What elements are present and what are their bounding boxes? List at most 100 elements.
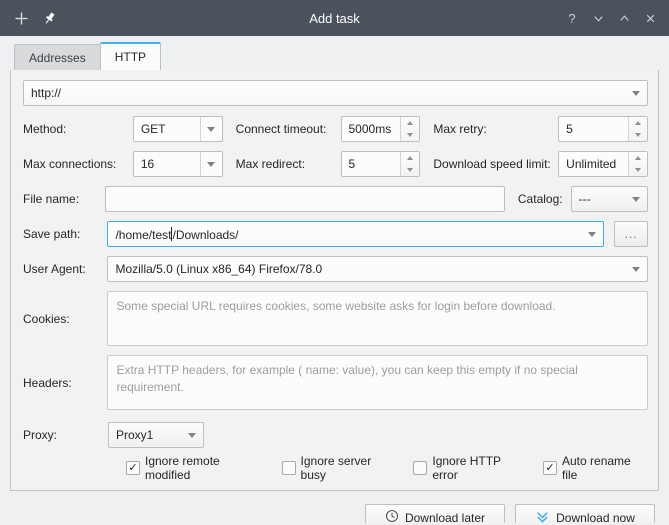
stepper-up-icon[interactable] bbox=[401, 117, 419, 129]
checkbox-ignore-http-error[interactable]: Ignore HTTP error bbox=[413, 454, 528, 482]
download-speed-limit-spinbox[interactable]: Unlimited bbox=[558, 151, 649, 177]
chevron-down-icon[interactable] bbox=[625, 187, 647, 211]
max-connections-value: 16 bbox=[140, 157, 155, 171]
headers-textarea[interactable]: Extra HTTP headers, for example ( name: … bbox=[107, 355, 648, 410]
user-agent-combobox[interactable]: Mozilla/5.0 (Linux x86_64) Firefox/78.0 bbox=[107, 256, 648, 282]
checkbox-box[interactable]: ✓ bbox=[126, 461, 140, 475]
max-connections-label: Max connections: bbox=[23, 157, 117, 171]
catalog-value: --- bbox=[578, 192, 591, 206]
max-redirect-spinbox[interactable]: 5 bbox=[340, 151, 421, 177]
max-connections-row: Max connections: 16 Max redirect: 5 Down… bbox=[23, 151, 649, 177]
add-task-window: Add task ? Addresses HTTP http:// Method… bbox=[0, 0, 669, 525]
title-bar: Add task ? bbox=[0, 0, 669, 36]
pin-icon[interactable] bbox=[36, 5, 62, 31]
http-settings-group: http:// Method: GET Connect timeout: 500… bbox=[10, 70, 659, 491]
checkbox-label: Ignore server busy bbox=[300, 454, 372, 482]
save-path-text-before: /home/test bbox=[115, 227, 172, 242]
stepper-up-icon[interactable] bbox=[629, 152, 647, 164]
file-name-input[interactable] bbox=[105, 186, 505, 212]
options-row: ✓ Ignore remote modified Ignore server b… bbox=[23, 454, 648, 482]
save-path-text-after: /Downloads/ bbox=[172, 227, 239, 242]
connect-timeout-stepper[interactable] bbox=[400, 117, 420, 141]
checkbox-auto-rename-file[interactable]: ✓ Auto rename file bbox=[543, 454, 648, 482]
max-retry-value: 5 bbox=[566, 122, 573, 136]
catalog-label: Catalog: bbox=[517, 192, 563, 206]
maximize-button[interactable] bbox=[613, 6, 635, 30]
connect-timeout-label: Connect timeout: bbox=[235, 122, 327, 136]
checkbox-box[interactable]: ✓ bbox=[543, 461, 557, 475]
checkbox-box[interactable] bbox=[413, 461, 428, 475]
chevron-down-icon[interactable] bbox=[181, 423, 203, 447]
tab-http[interactable]: HTTP bbox=[99, 42, 162, 70]
checkbox-ignore-remote-modified[interactable]: ✓ Ignore remote modified bbox=[126, 454, 267, 482]
check-icon: ✓ bbox=[545, 461, 555, 474]
headers-placeholder: Extra HTTP headers, for example ( name: … bbox=[116, 363, 578, 394]
file-name-row: File name: Catalog: --- bbox=[23, 186, 648, 212]
method-row: Method: GET Connect timeout: 5000ms Max … bbox=[23, 116, 649, 142]
browse-save-path-button[interactable]: ... bbox=[614, 221, 649, 247]
catalog-combobox[interactable]: --- bbox=[570, 186, 648, 212]
close-button[interactable] bbox=[639, 6, 661, 30]
url-combobox[interactable]: http:// bbox=[23, 80, 648, 106]
chevron-down-icon[interactable] bbox=[625, 81, 647, 105]
tab-addresses-label: Addresses bbox=[29, 50, 86, 65]
proxy-row: Proxy: Proxy1 bbox=[23, 422, 648, 448]
max-connections-combobox[interactable]: 16 bbox=[132, 151, 223, 177]
tab-addresses[interactable]: Addresses bbox=[14, 44, 101, 70]
method-combobox[interactable]: GET bbox=[132, 116, 223, 142]
cookies-placeholder: Some special URL requires cookies, some … bbox=[116, 299, 556, 313]
tab-bar: Addresses HTTP bbox=[0, 36, 669, 70]
save-path-row: Save path: /home/test/Downloads/ ... bbox=[23, 221, 649, 247]
max-redirect-stepper[interactable] bbox=[400, 152, 420, 176]
chevron-down-icon[interactable] bbox=[625, 257, 647, 281]
stepper-down-icon[interactable] bbox=[629, 164, 647, 176]
download-speed-limit-label: Download speed limit: bbox=[433, 157, 551, 171]
user-agent-row: User Agent: Mozilla/5.0 (Linux x86_64) F… bbox=[23, 256, 648, 282]
method-value: GET bbox=[140, 122, 166, 136]
user-agent-value: Mozilla/5.0 (Linux x86_64) Firefox/78.0 bbox=[115, 262, 323, 276]
save-path-combobox[interactable]: /home/test/Downloads/ bbox=[107, 221, 605, 247]
download-now-button[interactable]: Download now bbox=[515, 503, 655, 525]
title-bar-window-controls: ? bbox=[561, 6, 661, 30]
tab-content-http: http:// Method: GET Connect timeout: 500… bbox=[0, 70, 669, 491]
headers-label: Headers: bbox=[23, 375, 72, 390]
max-redirect-label: Max redirect: bbox=[235, 157, 306, 171]
stepper-up-icon[interactable] bbox=[401, 152, 419, 164]
stepper-down-icon[interactable] bbox=[401, 164, 419, 176]
checkbox-label: Auto rename file bbox=[562, 454, 631, 482]
chevron-down-icon[interactable] bbox=[581, 222, 603, 246]
cookies-label: Cookies: bbox=[23, 311, 70, 326]
save-path-label: Save path: bbox=[23, 227, 81, 241]
method-label: Method: bbox=[23, 122, 67, 136]
save-path-value: /home/test/Downloads/ bbox=[108, 226, 581, 242]
title-bar-left-actions bbox=[8, 5, 62, 31]
download-later-button[interactable]: Download later bbox=[365, 503, 505, 525]
chevron-down-icon[interactable] bbox=[199, 117, 222, 141]
headers-row: Headers: Extra HTTP headers, for example… bbox=[23, 355, 648, 410]
max-retry-spinbox[interactable]: 5 bbox=[558, 116, 649, 142]
stepper-down-icon[interactable] bbox=[629, 129, 647, 141]
connect-timeout-value: 5000ms bbox=[348, 122, 392, 136]
checkbox-ignore-server-busy[interactable]: Ignore server busy bbox=[281, 454, 399, 482]
connect-timeout-spinbox[interactable]: 5000ms bbox=[340, 116, 421, 142]
check-icon: ✓ bbox=[128, 461, 138, 474]
url-value: http:// bbox=[31, 86, 62, 100]
max-retry-stepper[interactable] bbox=[628, 117, 648, 141]
chevron-down-icon[interactable] bbox=[199, 152, 222, 176]
file-name-label: File name: bbox=[23, 192, 80, 206]
stepper-down-icon[interactable] bbox=[401, 129, 419, 141]
proxy-combobox[interactable]: Proxy1 bbox=[108, 422, 204, 448]
user-agent-label: User Agent: bbox=[23, 262, 86, 276]
dialog-footer: Download later Download now bbox=[0, 491, 669, 525]
proxy-value: Proxy1 bbox=[116, 428, 154, 442]
help-button[interactable]: ? bbox=[561, 6, 583, 30]
max-retry-label: Max retry: bbox=[433, 122, 487, 136]
checkbox-label: Ignore HTTP error bbox=[432, 454, 501, 482]
download-speed-limit-stepper[interactable] bbox=[628, 152, 648, 176]
plus-icon[interactable] bbox=[8, 5, 34, 31]
checkbox-box[interactable] bbox=[281, 461, 296, 475]
stepper-up-icon[interactable] bbox=[629, 117, 647, 129]
proxy-label: Proxy: bbox=[23, 428, 58, 442]
cookies-textarea[interactable]: Some special URL requires cookies, some … bbox=[107, 291, 648, 346]
minimize-button[interactable] bbox=[587, 6, 609, 30]
